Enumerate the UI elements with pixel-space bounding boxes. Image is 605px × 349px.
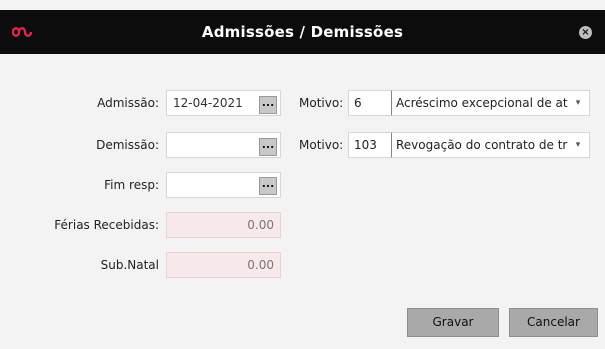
fim-resp-picker-button[interactable]: ...: [259, 177, 277, 195]
admissao-picker-button[interactable]: ...: [259, 96, 277, 114]
ferias-recebidas-field: 0.00: [166, 212, 281, 238]
motivo-admissao-code-field[interactable]: 6: [348, 90, 392, 116]
motivo-admissao-label: Motivo:: [299, 96, 344, 110]
chevron-down-icon[interactable]: ▾: [568, 91, 588, 115]
ferias-recebidas-label: Férias Recebidas:: [54, 218, 159, 232]
motivo-demissao-code-field[interactable]: 103: [348, 132, 392, 158]
motivo-admissao-select-text: Acréscimo excepcional de at: [396, 96, 568, 110]
title-bar: Admissões / Demissões ×: [0, 10, 605, 54]
motivo-demissao-select[interactable]: Revogação do contrato de tr: [391, 132, 590, 158]
chevron-down-icon[interactable]: ▾: [568, 133, 588, 157]
fim-resp-label: Fim resp:: [104, 178, 159, 192]
admissao-label: Admissão:: [97, 96, 159, 110]
motivo-admissao-select[interactable]: Acréscimo excepcional de at: [391, 90, 590, 116]
top-strip: [0, 0, 605, 10]
demissao-picker-button[interactable]: ...: [259, 138, 277, 156]
admissoes-demissoes-dialog: Admissões / Demissões × Admissão: 12-04-…: [0, 0, 605, 349]
dialog-title: Admissões / Demissões: [201, 23, 404, 41]
sub-natal-label: Sub.Natal: [100, 258, 159, 272]
motivo-demissao-select-text: Revogação do contrato de tr: [396, 138, 568, 152]
demissao-label: Demissão:: [96, 138, 159, 152]
motivo-demissao-label: Motivo:: [299, 138, 344, 152]
gravar-button[interactable]: Gravar: [407, 308, 499, 337]
cancelar-button[interactable]: Cancelar: [509, 308, 598, 337]
close-icon[interactable]: ×: [579, 26, 592, 39]
sub-natal-field: 0.00: [166, 252, 281, 278]
